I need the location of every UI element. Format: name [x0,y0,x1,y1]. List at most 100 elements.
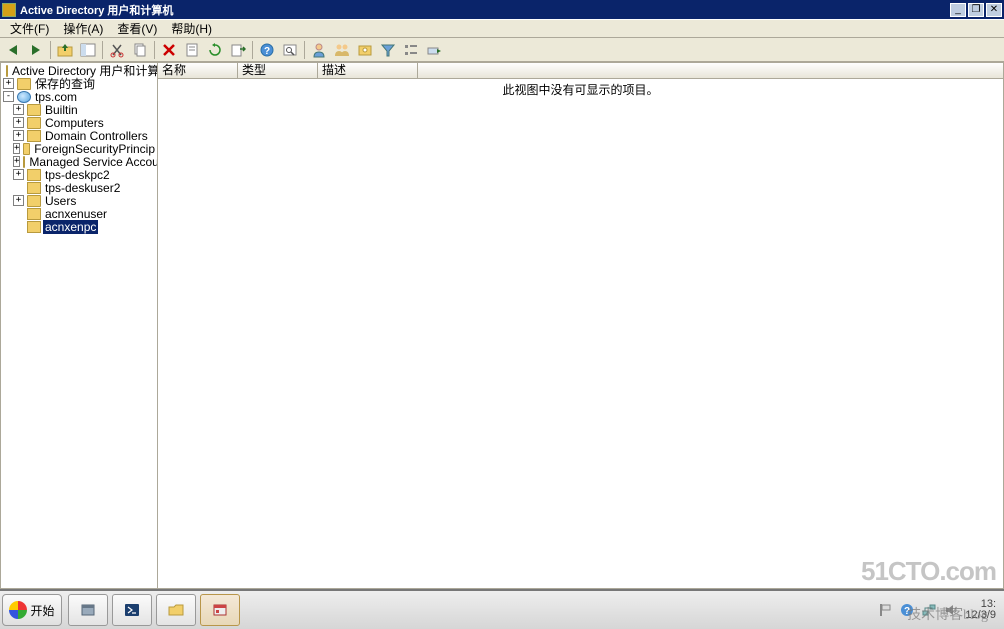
more-button[interactable] [423,39,445,60]
tray-clock[interactable]: 13: 12/3/9 [965,599,996,621]
titlebar: Active Directory 用户和计算机 _ ❐ ✕ [0,0,1004,19]
expander[interactable]: + [13,130,24,141]
tray-flag-icon[interactable] [877,602,893,618]
task-server-manager[interactable] [68,594,108,626]
user-icon [311,42,327,58]
col-type[interactable]: 类型 [238,63,318,78]
separator [50,41,51,59]
menu-action[interactable]: 操作(A) [57,19,109,38]
tray-sound-icon[interactable] [943,602,959,618]
tree-domain[interactable]: - tps.com [1,90,157,103]
tray-network-icon[interactable] [921,602,937,618]
arrow-left-icon [9,45,17,55]
view-button[interactable] [400,39,422,60]
tree-deskuser2[interactable]: tps-deskuser2 [1,181,157,194]
tree-label-selected: acnxenpc [43,220,98,234]
task-aduc[interactable] [200,594,240,626]
expander[interactable]: + [3,78,14,89]
expander-blank [13,208,24,219]
separator [304,41,305,59]
find-icon [282,42,298,58]
properties-button[interactable] [181,39,203,60]
tree-label: Domain Controllers [43,129,150,143]
expander[interactable]: + [13,195,24,206]
col-desc[interactable]: 描述 [318,63,418,78]
back-button[interactable] [2,39,24,60]
tree-builtin[interactable]: + Builtin [1,103,157,116]
cut-button[interactable] [106,39,128,60]
arrow-right-icon [32,45,40,55]
close-button[interactable]: ✕ [986,3,1002,17]
list-header: 名称 类型 描述 [158,63,1003,79]
refresh-button[interactable] [204,39,226,60]
separator [102,41,103,59]
tree-computers[interactable]: + Computers [1,116,157,129]
tray-help-icon[interactable]: ? [899,602,915,618]
tree: Active Directory 用户和计算机 + 保存的查询 - tps.co… [1,63,157,234]
sheet-icon [184,42,200,58]
expander[interactable]: - [3,91,14,102]
tree-label: acnxenuser [43,207,109,221]
help-button[interactable]: ? [256,39,278,60]
pane-icon [80,42,96,58]
expander[interactable]: + [13,156,20,167]
toolbar: ? [0,37,1004,62]
tree-label: Users [43,194,78,208]
tree-users[interactable]: + Users [1,194,157,207]
tree-foreign-security[interactable]: + ForeignSecurityPrincip [1,142,157,155]
expander[interactable]: + [13,104,24,115]
start-label: 开始 [30,602,54,619]
copy-icon [132,42,148,58]
tree-managed-service[interactable]: + Managed Service Accou [1,155,157,168]
expander[interactable]: + [13,169,24,180]
group-icon [334,42,350,58]
forward-button[interactable] [25,39,47,60]
delete-button[interactable] [158,39,180,60]
folder-icon [27,117,41,129]
up-button[interactable] [54,39,76,60]
new-ou-button[interactable] [354,39,376,60]
folder-icon [27,104,41,116]
new-group-button[interactable] [331,39,353,60]
menu-help[interactable]: 帮助(H) [165,19,218,38]
menu-file[interactable]: 文件(F) [4,19,55,38]
folder-icon [23,156,25,168]
show-hide-tree-button[interactable] [77,39,99,60]
folder-icon [6,65,8,77]
window-controls: _ ❐ ✕ [950,3,1002,17]
maximize-button[interactable]: ❐ [968,3,984,17]
menu-view[interactable]: 查看(V) [111,19,163,38]
expander[interactable]: + [13,117,24,128]
task-explorer[interactable] [156,594,196,626]
tree-acnxenpc[interactable]: acnxenpc [1,220,157,233]
tree-domain-controllers[interactable]: + Domain Controllers [1,129,157,142]
tree-deskpc2[interactable]: + tps-deskpc2 [1,168,157,181]
more-icon [426,42,442,58]
find-button[interactable] [279,39,301,60]
ou-icon [27,221,41,233]
refresh-icon [207,42,223,58]
list-icon [403,42,419,58]
filter-button[interactable] [377,39,399,60]
new-user-button[interactable] [308,39,330,60]
tree-saved-queries[interactable]: + 保存的查询 [1,77,157,90]
minimize-button[interactable]: _ [950,3,966,17]
export-button[interactable] [227,39,249,60]
task-powershell[interactable] [112,594,152,626]
start-button[interactable]: 开始 [2,594,62,626]
ou-icon [27,182,41,194]
copy-button[interactable] [129,39,151,60]
col-blank [418,63,1003,78]
tree-acnxenuser[interactable]: acnxenuser [1,207,157,220]
powershell-icon [124,602,140,618]
server-icon [80,602,96,618]
filter-icon [380,42,396,58]
expander[interactable]: + [13,143,20,154]
folder-icon [23,143,30,155]
svg-text:?: ? [264,46,270,57]
mmc-icon [212,602,228,618]
col-name[interactable]: 名称 [158,63,238,78]
tree-label: Computers [43,116,106,130]
ou-icon [27,208,41,220]
domain-icon [17,91,31,103]
